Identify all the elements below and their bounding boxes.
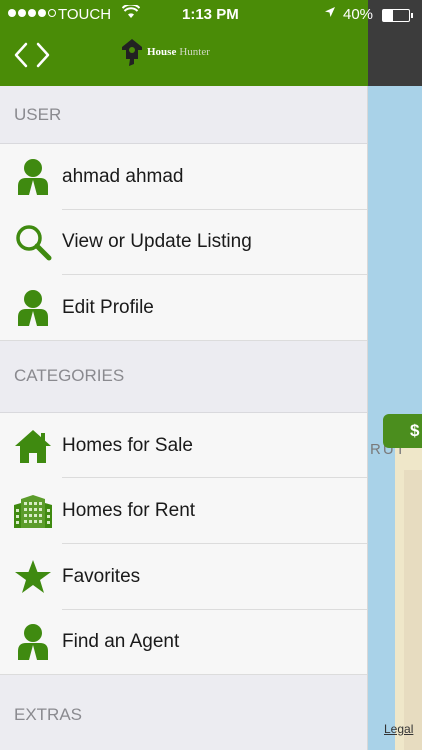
wifi-icon (121, 3, 141, 23)
menu-item-label: Homes for Rent (62, 500, 196, 522)
signal-strength-icon (8, 9, 56, 17)
side-menu: USER ahmad ahmad View or Update Listing … (0, 86, 368, 750)
menu-item-homes-for-rent[interactable]: Homes for Rent (0, 478, 367, 544)
menu-item-label: Favorites (62, 565, 141, 587)
map-price-marker[interactable]: $ (383, 414, 422, 448)
menu-item-edit-profile[interactable]: Edit Profile (0, 275, 367, 341)
logo-text-house: House (147, 46, 177, 58)
menu-item-label: View or Update Listing (62, 231, 252, 253)
menu-item-profile-name[interactable]: ahmad ahmad (0, 144, 367, 210)
app-logo: House Hunter (120, 37, 210, 67)
user-icon (13, 157, 53, 197)
menu-item-find-an-agent[interactable]: Find an Agent (0, 609, 367, 676)
house-hunter-logo-icon (122, 39, 142, 66)
menu-item-label: Find an Agent (62, 631, 180, 653)
user-icon (13, 288, 53, 328)
menu-item-label: Homes for Sale (62, 434, 193, 456)
menu-item-label: Edit Profile (62, 296, 154, 318)
battery-percentage: 40% (343, 6, 374, 23)
map-legal-link[interactable]: Legal (384, 722, 413, 736)
location-arrow-icon (324, 6, 336, 21)
star-icon (13, 557, 53, 597)
section-header-extras: EXTRAS (0, 675, 367, 750)
battery-icon (382, 9, 413, 22)
menu-item-homes-for-sale[interactable]: Homes for Sale (0, 412, 367, 479)
status-time: 1:13 PM (182, 6, 239, 23)
section-header-categories: CATEGORIES (0, 340, 367, 413)
search-icon (13, 222, 53, 262)
menu-item-label: ahmad ahmad (62, 165, 184, 187)
user-icon (13, 622, 53, 662)
map-land-detail (404, 470, 422, 750)
divider (0, 339, 367, 341)
menu-toggle-icon[interactable] (12, 40, 52, 70)
section-header-user: USER (0, 86, 367, 144)
menu-item-favorites[interactable]: Favorites (0, 543, 367, 610)
divider (0, 674, 367, 676)
carrier-name: TOUCH (58, 6, 112, 23)
building-icon (13, 491, 53, 531)
logo-text-hunter: Hunter (179, 46, 210, 58)
status-bar: TOUCH 1:13 PM 40% (0, 0, 422, 30)
menu-item-view-update-listing[interactable]: View or Update Listing (0, 209, 367, 276)
home-icon (13, 426, 53, 466)
